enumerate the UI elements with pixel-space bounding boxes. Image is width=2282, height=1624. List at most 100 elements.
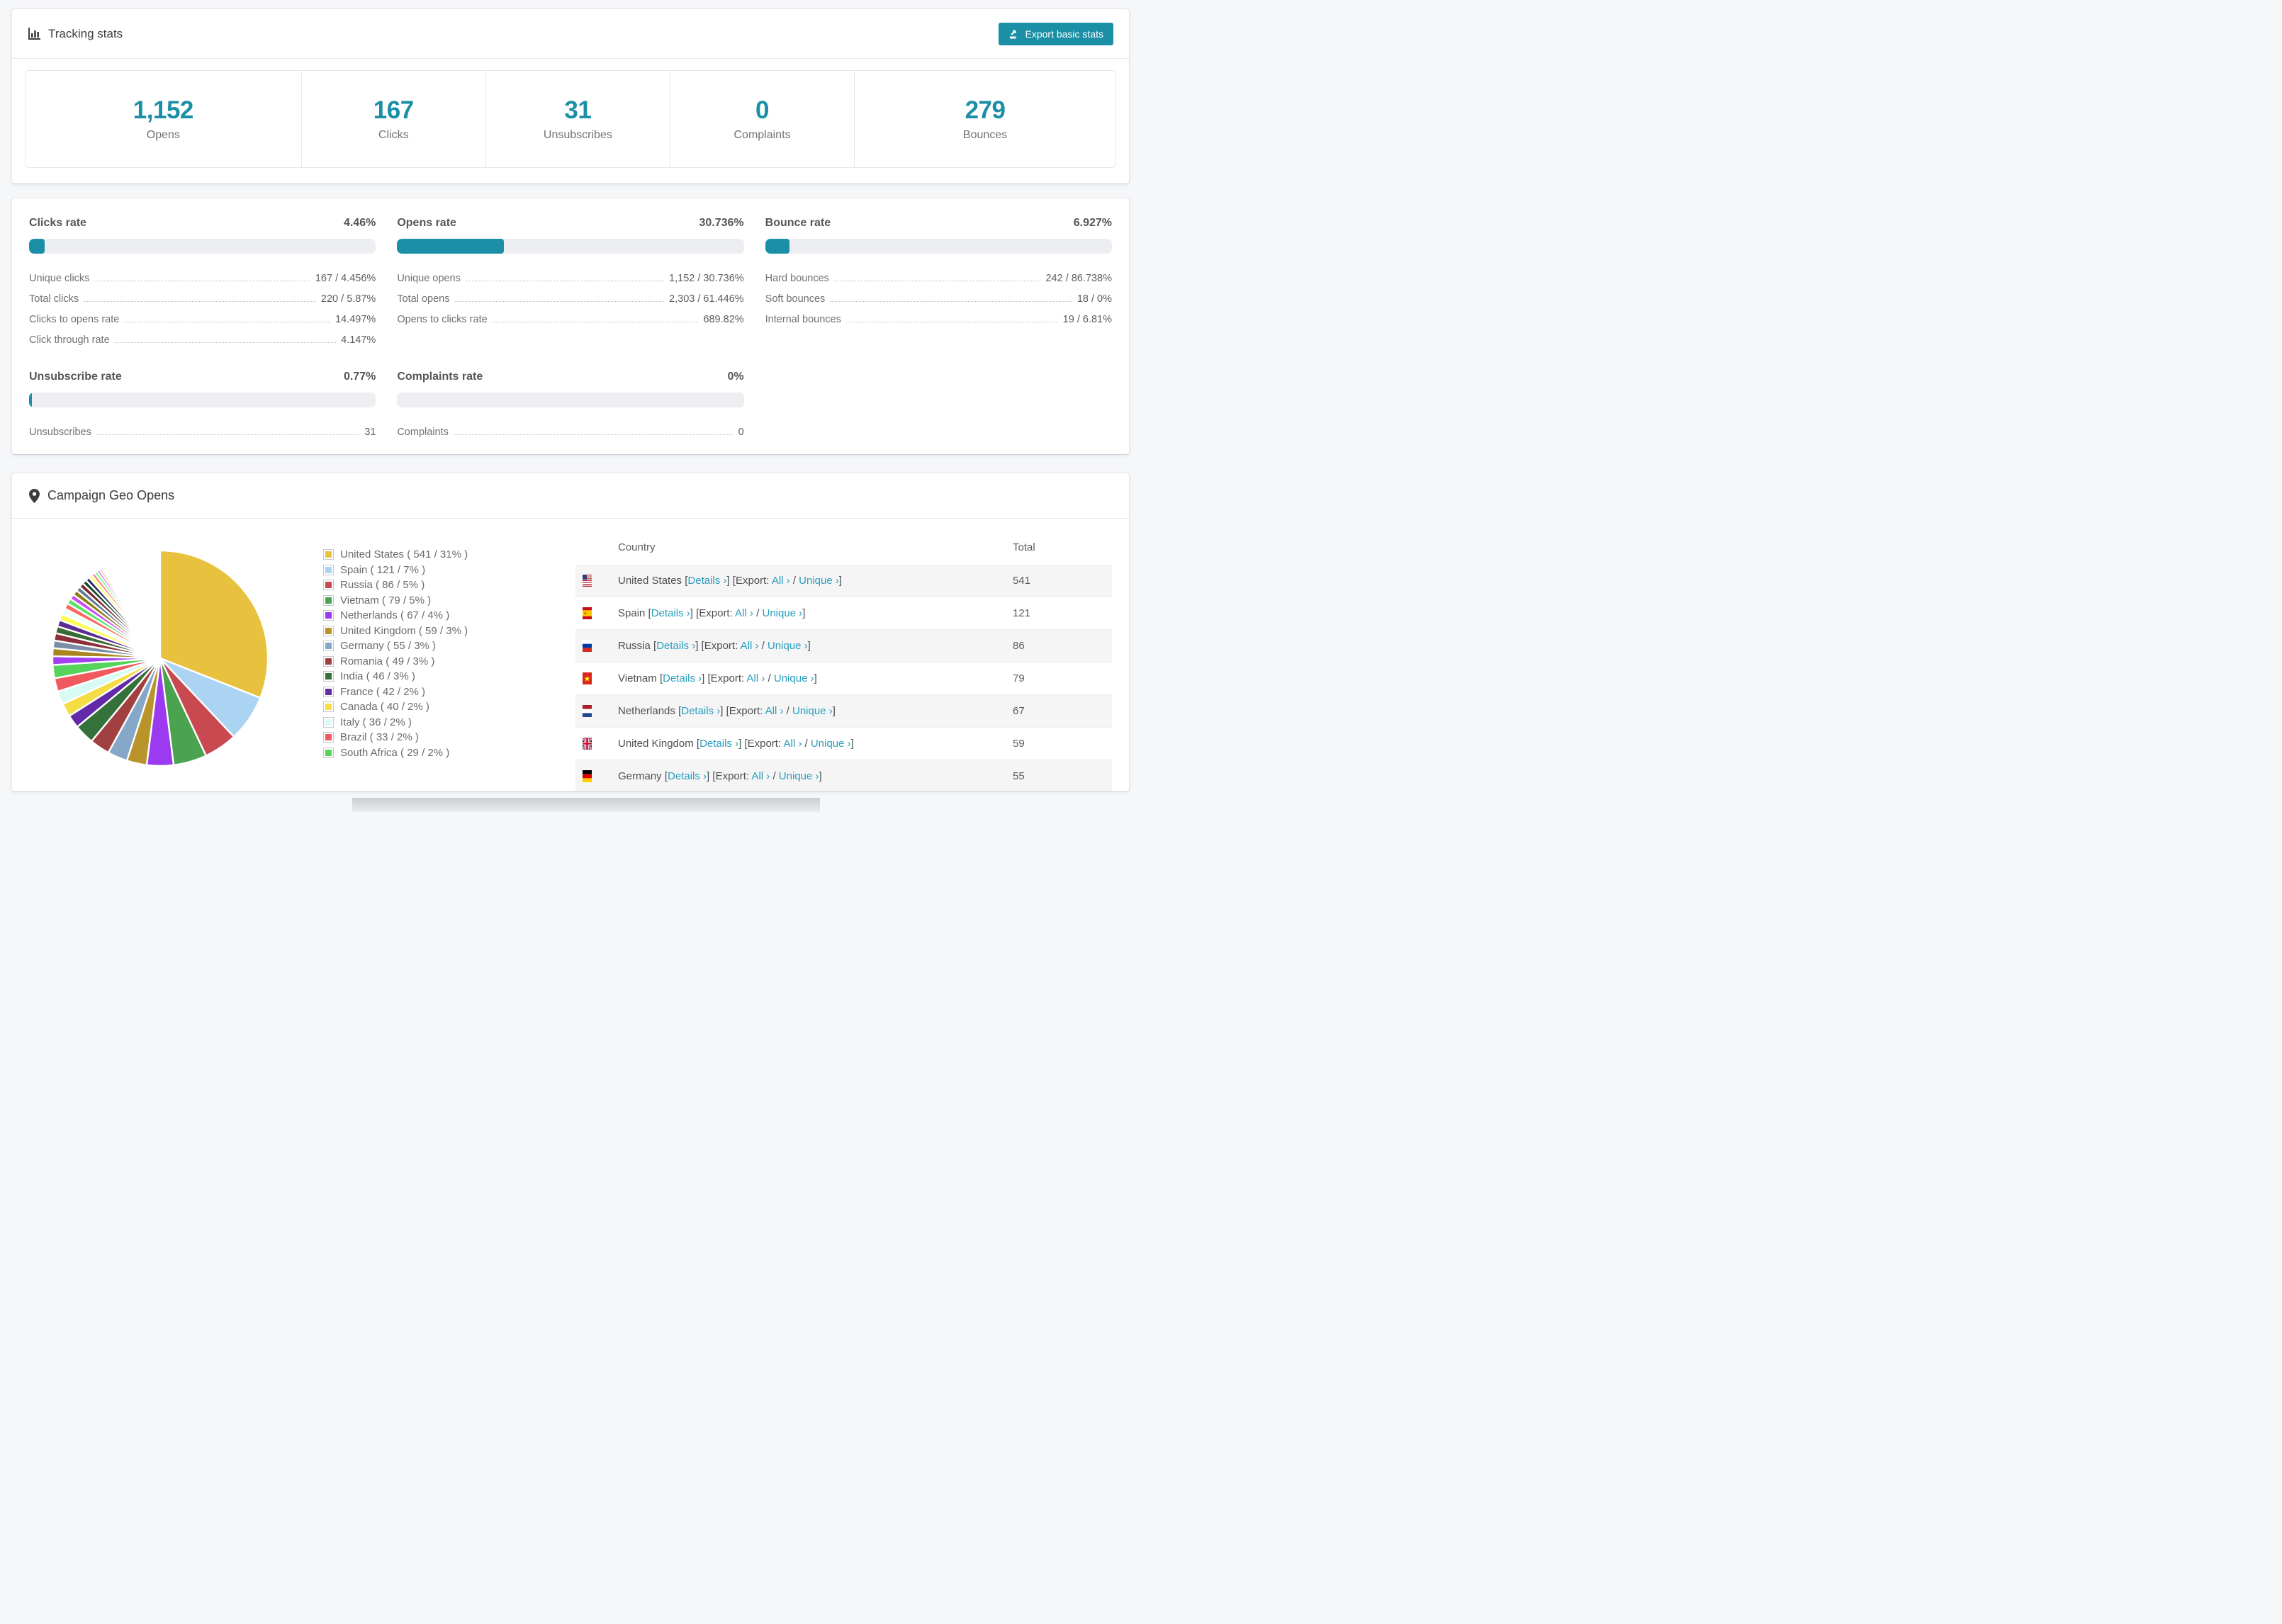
legend-swatch [323,686,334,697]
rate-value: 0% [727,371,744,383]
progress-bar [29,239,376,254]
legend-item-vietnam: Vietnam ( 79 / 5% ) [323,593,571,609]
total-cell: 55 [1013,770,1025,782]
metric-value: 14.497% [335,314,376,325]
total-cell: 121 [1013,607,1031,619]
dotted-leader [96,434,360,435]
rate-value: 6.927% [1073,217,1112,229]
total-cell: 541 [1013,575,1031,587]
flag-icon-us [583,575,592,587]
stat-value: 31 [564,96,592,124]
legend-swatch [323,641,334,652]
details-link-germany[interactable]: Details › [668,770,707,782]
rate-section-complaints-rate: Complaints rate 0% Complaints 0 [397,371,744,439]
progress-bar-fill [397,239,504,254]
export-all-link-germany[interactable]: All › [751,770,770,782]
export-all-link-netherlands[interactable]: All › [765,705,784,717]
legend-label: France ( 42 / 2% ) [340,685,426,698]
details-link-united-states[interactable]: Details › [687,575,726,587]
legend-label: Germany ( 55 / 3% ) [340,640,437,653]
metric-row-unique-opens: Unique opens 1,152 / 30.736% [397,264,743,285]
export-label: Export: [710,672,745,684]
country-cell: Vietnam [Details ›] [Export: All › / Uni… [618,672,817,684]
country-cell: United Kingdom [Details ›] [Export: All … [618,738,854,750]
metric-row-hard-bounces: Hard bounces 242 / 86.738% [765,264,1112,285]
details-link-vietnam[interactable]: Details › [663,672,702,684]
stat-label: Bounces [962,129,1008,141]
legend-swatch [323,580,334,591]
rate-head: Opens rate 30.736% [397,217,743,230]
export-all-link-spain[interactable]: All › [735,607,753,619]
export-all-link-vietnam[interactable]: All › [747,672,765,684]
stat-card-clicks: 167 Clicks [302,71,486,167]
table-row-vietnam: Vietnam [Details ›] [Export: All › / Uni… [575,662,1112,695]
metric-value: 19 / 6.81% [1062,314,1112,325]
legend-swatch [323,747,334,758]
legend-item-united-states: United States ( 541 / 31% ) [323,547,571,563]
legend-item-south-africa: South Africa ( 29 / 2% ) [323,745,571,761]
rate-rows: Unique clicks 167 / 4.456% Total clicks … [29,264,376,346]
metric-value: 18 / 0% [1077,293,1112,305]
legend-label: Italy ( 36 / 2% ) [340,716,412,728]
export-label: Export: [729,705,763,717]
stat-card-bounces: 279 Bounces [855,71,1115,167]
export-unique-link-russia[interactable]: Unique › [768,640,808,652]
geo-title: Campaign Geo Opens [47,488,175,502]
rate-rows: Complaints 0 [397,418,743,439]
metric-value: 2,303 / 61.446% [669,293,744,305]
legend-swatch [323,701,334,713]
export-label: Export: [699,607,733,619]
flag-icon-ru [583,640,592,652]
metric-label: Total clicks [29,293,79,305]
flag-icon-de [583,770,592,782]
details-link-netherlands[interactable]: Details › [681,705,720,717]
metric-row-opens-to-clicks-rate: Opens to clicks rate 689.82% [397,305,743,326]
metric-value: 220 / 5.87% [320,293,376,305]
rate-head: Bounce rate 6.927% [765,217,1112,230]
export-unique-link-germany[interactable]: Unique › [779,770,819,782]
geo-table: Country Total United States [Details ›] … [575,526,1112,791]
flag-icon-es [583,607,592,619]
tracking-stats-header: Tracking stats Export basic stats [12,9,1129,59]
legend-swatch [323,564,334,575]
total-cell: 67 [1013,705,1025,717]
export-unique-link-united-kingdom[interactable]: Unique › [811,738,851,750]
export-all-link-russia[interactable]: All › [741,640,759,652]
export-unique-link-spain[interactable]: Unique › [762,607,802,619]
export-basic-stats-button[interactable]: Export basic stats [998,22,1113,45]
details-link-united-kingdom[interactable]: Details › [699,738,738,750]
export-label: Export: [715,770,750,782]
country-column-header: Country [618,541,656,553]
metric-label: Internal bounces [765,314,841,325]
details-link-spain[interactable]: Details › [651,607,690,619]
country-name: Spain [618,607,646,619]
geo-table-header: Country Total [575,526,1112,565]
export-unique-link-netherlands[interactable]: Unique › [792,705,833,717]
legend-swatch [323,716,334,728]
metric-row-unique-clicks: Unique clicks 167 / 4.456% [29,264,376,285]
country-cell: Russia [Details ›] [Export: All › / Uniq… [618,640,811,652]
export-unique-link-united-states[interactable]: Unique › [799,575,839,587]
bottom-scrollbar[interactable] [352,798,820,812]
export-unique-link-vietnam[interactable]: Unique › [774,672,814,684]
export-all-link-united-states[interactable]: All › [772,575,790,587]
metric-row-complaints: Complaints 0 [397,418,743,439]
flag-icon-vn [583,672,592,684]
legend-swatch [323,625,334,636]
metric-row-click-through-rate: Click through rate 4.147% [29,326,376,346]
metric-value: 1,152 / 30.736% [669,273,744,284]
rate-head: Complaints rate 0% [397,371,743,383]
progress-bar [29,393,376,407]
dotted-leader [114,342,337,343]
dotted-leader [830,301,1072,302]
flag-icon-nl [583,705,592,717]
metric-label: Soft bounces [765,293,826,305]
rate-title: Complaints rate [397,371,483,383]
legend-label: Brazil ( 33 / 2% ) [340,731,419,744]
export-all-link-united-kingdom[interactable]: All › [783,738,802,750]
details-link-russia[interactable]: Details › [656,640,695,652]
metric-value: 167 / 4.456% [315,273,376,284]
total-cell: 59 [1013,738,1025,750]
stat-value: 279 [965,96,1006,124]
legend-item-india: India ( 46 / 3% ) [323,669,571,684]
